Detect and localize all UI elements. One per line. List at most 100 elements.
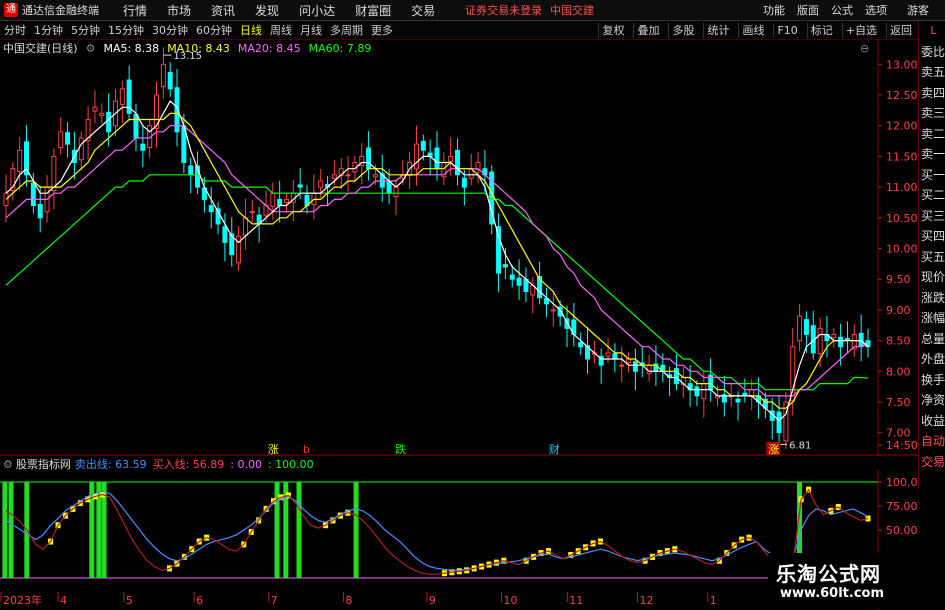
menu-assistant[interactable]: 问小达 [299,2,335,19]
add-watchlist-button[interactable]: +自选 [841,22,880,38]
watermark: 乐淘公式网 www.60lt.com [768,553,945,609]
sidebar-item-change-pct[interactable]: 涨幅 [919,308,945,329]
menu-wealth[interactable]: 财富圈 [355,2,391,19]
candle-body [30,182,36,207]
login-warning[interactable]: 证券交易未登录 [465,2,542,18]
multi-stock-button[interactable]: 多股 [668,22,697,38]
sidebar-item-sell2[interactable]: 卖二 [919,124,945,145]
sell-line [5,490,869,571]
menu-quotes[interactable]: 行情 [123,2,147,19]
guest-label[interactable]: 游客 [907,2,929,18]
candle-body [106,111,112,133]
menu-discover[interactable]: 发现 [255,2,279,19]
x-axis-label: 5 [126,594,133,607]
candle-body [632,361,638,372]
sidebar-item-turnover[interactable]: 换手 [919,370,945,391]
overlay-button[interactable]: 叠加 [633,22,662,38]
sidebar-item-sell5[interactable]: 卖五 [919,62,945,83]
x-axis-label: 6 [196,594,203,607]
menu-trade[interactable]: 交易 [411,2,435,19]
sidebar-item-weibi[interactable]: 委比 [919,42,945,63]
sidebar-item-sell3[interactable]: 卖三 [919,103,945,124]
candle-body [160,63,166,88]
back-button[interactable]: 返回 [886,22,915,38]
sidebar-item-price[interactable]: 现价 [919,267,945,288]
x-axis-label: 4 [60,594,67,607]
buy-signal-bar [2,482,8,578]
candle-body [838,336,844,348]
period-monthly[interactable]: 月线 [300,22,322,38]
sidebar-item-volume[interactable]: 总量 [919,329,945,350]
sidebar-item-buy5[interactable]: 买五 [919,247,945,268]
sidebar-item-net-assets[interactable]: 净资 [919,390,945,411]
sidebar-item-buy4[interactable]: 买四 [919,226,945,247]
candle-body [37,203,43,219]
period-1min[interactable]: 1分钟 [34,22,63,38]
period-5min[interactable]: 5分钟 [71,22,100,38]
quote-sidebar: L 委比 卖五 卖四 卖三 卖二 卖一 买一 买二 买三 买四 买五 现价 涨跌… [918,21,945,489]
menu-options[interactable]: 选项 [865,2,887,18]
menu-market[interactable]: 市场 [167,2,191,19]
sidebar-item-change[interactable]: 涨跌 [919,288,945,309]
candle-body [496,226,502,274]
candle-body [318,180,324,188]
sidebar-item-earnings[interactable]: 收益 [919,411,945,432]
period-intraday[interactable]: 分时 [4,22,26,38]
app-logo-icon: 通 [4,3,18,17]
price-tick-label: 12.00 [886,120,918,133]
app-title: 通达信金融终端 [22,4,99,17]
candle-body [78,137,84,161]
candle-body [393,186,399,198]
candle-body [550,309,556,312]
period-daily[interactable]: 日线 [240,22,262,38]
candle-body [270,192,276,207]
candle-body [803,318,809,335]
price-tick-label: 11.00 [886,181,918,194]
watermark-line2: www.60lt.com [780,586,885,601]
menu-news[interactable]: 资讯 [211,2,235,19]
candle-body [188,165,194,176]
candle-body [502,264,508,268]
menu-function[interactable]: 功能 [763,2,785,18]
candle-body [831,333,837,339]
watermark-line1: 乐淘公式网 [776,562,881,586]
sidebar-item-auto[interactable]: 自动 [919,431,945,452]
menu-formula[interactable]: 公式 [831,2,853,18]
x-axis-label: 7 [271,594,278,607]
stats-button[interactable]: 统计 [703,22,732,38]
candle-body [236,235,242,264]
sidebar-item-trade[interactable]: 交易 [919,452,945,473]
sidebar-item-sell1[interactable]: 卖一 [919,144,945,165]
candle-body [461,177,467,188]
candlestick-chart[interactable]: 13.00 12.50 12.00 11.50 11.00 10.50 10.00 9.50 9… [0,40,918,456]
period-15min[interactable]: 15分钟 [108,22,144,38]
f10-button[interactable]: F10 [773,23,800,37]
sidebar-item-buy2[interactable]: 买二 [919,185,945,206]
mark-button[interactable]: 标记 [806,22,836,38]
ma60-line [5,174,869,391]
candle-body [735,398,741,403]
period-weekly[interactable]: 周线 [270,22,292,38]
x-axis-label: 1 [710,594,717,607]
period-30min[interactable]: 30分钟 [152,22,188,38]
candle-body [701,383,707,400]
candle-body [99,112,105,116]
menu-bar: 通 通达信金融终端 行情 市场 资讯 发现 问小达 财富圈 交易 证券交易未登录… [0,0,945,21]
sidebar-item-sell4[interactable]: 卖四 [919,83,945,104]
x-axis-label: 10 [503,594,517,607]
period-more[interactable]: 更多 [371,22,393,38]
sidebar-top-label[interactable]: L [919,21,945,42]
price-tick-label: 8.00 [886,365,911,378]
sidebar-item-buy1[interactable]: 买一 [919,165,945,186]
indicator-header: ⚙ 股票指标网 卖出线: 63.59 买入线: 56.89 : 0.00 : 1… [0,457,314,472]
sidebar-item-buy3[interactable]: 买三 [919,206,945,227]
sidebar-item-outer[interactable]: 外盘 [919,349,945,370]
gear-icon[interactable]: ⚙ [3,458,13,471]
period-60min[interactable]: 60分钟 [196,22,232,38]
signal-marker: b [303,443,310,456]
adjust-button[interactable]: 复权 [598,22,627,38]
menu-layout[interactable]: 版面 [797,2,819,18]
candle-body [283,198,289,204]
draw-line-button[interactable]: 画线 [738,22,767,38]
period-multi[interactable]: 多周期 [330,22,363,38]
